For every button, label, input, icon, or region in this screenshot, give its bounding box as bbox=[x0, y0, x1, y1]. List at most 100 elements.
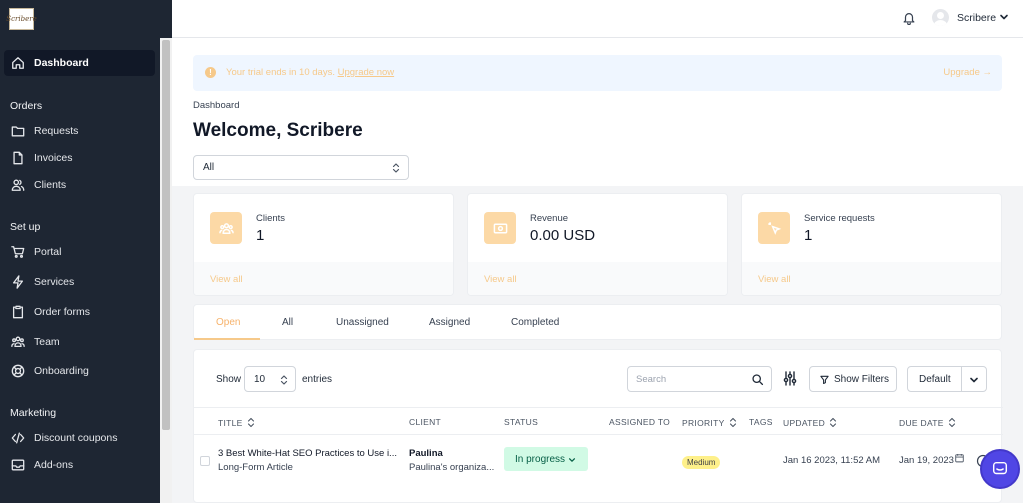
sidebar-nav: Dashboard Orders Requests Invoices Clien… bbox=[0, 38, 160, 503]
sidebar-item-label: Add-ons bbox=[34, 459, 74, 471]
stat-card-footer: View all bbox=[742, 262, 1001, 295]
sidebar-item-label: Discount coupons bbox=[34, 432, 118, 444]
upgrade-now-link[interactable]: Upgrade now bbox=[338, 67, 395, 78]
chevron-down-icon bbox=[568, 458, 576, 462]
clipboard-icon bbox=[12, 305, 24, 319]
sort-icon bbox=[729, 417, 736, 428]
sidebar-item-portal[interactable]: Portal bbox=[4, 239, 155, 265]
active-tab-indicator bbox=[194, 338, 260, 340]
sort-icon bbox=[830, 417, 837, 428]
upgrade-link[interactable]: Upgrade → bbox=[943, 67, 992, 78]
column-label: DUE DATE bbox=[899, 417, 944, 428]
document-icon bbox=[13, 151, 23, 165]
sidebar-section-marketing: Marketing bbox=[10, 407, 57, 419]
sidebar-item-onboarding[interactable]: Onboarding bbox=[4, 358, 155, 384]
home-icon bbox=[12, 57, 24, 69]
chevron-down-icon[interactable] bbox=[999, 12, 1009, 22]
logo[interactable]: Scribere bbox=[0, 0, 172, 38]
code-icon bbox=[11, 432, 25, 444]
sidebar-item-label: Order forms bbox=[34, 306, 91, 318]
lightning-icon bbox=[12, 275, 24, 289]
sidebar-item-add-ons[interactable]: Add-ons bbox=[4, 452, 155, 478]
sidebar-scrollbar[interactable] bbox=[160, 38, 172, 503]
topbar: Scribere bbox=[172, 0, 1023, 38]
sidebar-item-label: Services bbox=[34, 276, 75, 288]
view-all-clients-link[interactable]: View all bbox=[210, 274, 243, 285]
sort-icon bbox=[247, 417, 254, 428]
view-all-requests-link[interactable]: View all bbox=[758, 274, 791, 285]
sidebar-item-invoices[interactable]: Invoices bbox=[4, 145, 155, 171]
user-name[interactable]: Scribere bbox=[957, 12, 996, 24]
column-label: ASSIGNED TO bbox=[609, 417, 671, 427]
logo-mark: Scribere bbox=[6, 8, 37, 30]
entries-label: entries bbox=[302, 374, 333, 385]
column-header-client: CLIENT bbox=[409, 417, 441, 427]
chat-icon bbox=[992, 461, 1008, 475]
table-header: TITLE CLIENT STATUS ASSIGNED TO PRIORITY… bbox=[194, 407, 1003, 435]
status-label: In progress bbox=[515, 454, 566, 465]
bell-icon[interactable] bbox=[902, 11, 916, 25]
column-header-priority[interactable]: PRIORITY bbox=[682, 417, 737, 428]
tab-unassigned[interactable]: Unassigned bbox=[336, 317, 389, 328]
sidebar-item-discount-coupons[interactable]: Discount coupons bbox=[4, 425, 155, 451]
adjustments-icon[interactable] bbox=[783, 371, 797, 386]
table-row[interactable]: 3 Best White-Hat SEO Practices to Use i.… bbox=[194, 436, 1003, 482]
sidebar-item-clients[interactable]: Clients bbox=[4, 172, 155, 198]
sidebar-item-order-forms[interactable]: Order forms bbox=[4, 299, 155, 325]
cash-icon bbox=[493, 223, 507, 233]
view-all-revenue-link[interactable]: View all bbox=[484, 274, 517, 285]
show-label: Show bbox=[216, 374, 242, 385]
column-label: TITLE bbox=[218, 417, 243, 428]
period-select[interactable]: All bbox=[193, 155, 409, 180]
avatar[interactable] bbox=[932, 9, 949, 26]
column-header-due-date[interactable]: DUE DATE bbox=[899, 417, 956, 428]
sidebar-item-services[interactable]: Services bbox=[4, 269, 155, 295]
sidebar-item-requests[interactable]: Requests bbox=[4, 118, 155, 144]
column-header-status: STATUS bbox=[504, 417, 538, 427]
tab-completed[interactable]: Completed bbox=[511, 317, 559, 328]
breadcrumb[interactable]: Dashboard bbox=[193, 100, 239, 111]
request-title[interactable]: 3 Best White-Hat SEO Practices to Use i.… bbox=[218, 448, 397, 459]
sort-select[interactable]: Default bbox=[907, 366, 987, 392]
stat-label: Clients bbox=[256, 213, 286, 224]
stat-card-service-requests: Service requests 1 View all bbox=[741, 193, 1002, 296]
search-input[interactable]: Search bbox=[627, 366, 772, 392]
select-arrows-icon bbox=[280, 375, 288, 385]
info-icon: ! bbox=[205, 67, 216, 78]
search-icon[interactable] bbox=[751, 373, 764, 386]
chevron-down-icon[interactable] bbox=[969, 375, 979, 385]
sidebar-item-dashboard[interactable]: Dashboard bbox=[4, 50, 155, 76]
tab-assigned[interactable]: Assigned bbox=[429, 317, 470, 328]
select-arrows-icon bbox=[392, 163, 400, 173]
show-filters-button[interactable]: Show Filters bbox=[809, 366, 897, 392]
sidebar-item-label: Onboarding bbox=[34, 365, 89, 377]
stat-label: Service requests bbox=[804, 213, 875, 224]
sidebar-item-label: Team bbox=[34, 336, 60, 348]
sidebar-item-label: Invoices bbox=[34, 152, 73, 164]
requests-card-icon bbox=[758, 212, 790, 244]
stat-label: Revenue bbox=[530, 213, 569, 224]
stat-card-clients: Clients 1 View all bbox=[193, 193, 454, 296]
entries-select[interactable]: 10 bbox=[244, 366, 296, 392]
column-label: STATUS bbox=[504, 417, 539, 427]
sidebar-item-team[interactable]: Team bbox=[4, 329, 155, 355]
sidebar-scrollbar-thumb[interactable] bbox=[162, 40, 170, 430]
tab-all[interactable]: All bbox=[282, 317, 293, 328]
tab-open[interactable]: Open bbox=[216, 317, 240, 328]
show-filters-label: Show Filters bbox=[834, 374, 890, 385]
main-content: ! Your trial ends in 10 days. Upgrade no… bbox=[172, 38, 1023, 503]
clients-card-icon bbox=[210, 212, 242, 244]
stat-value: 0.00 USD bbox=[530, 227, 596, 244]
sort-icon bbox=[948, 417, 955, 428]
column-header-title[interactable]: TITLE bbox=[218, 417, 255, 428]
column-header-tags: TAGS bbox=[749, 417, 773, 427]
client-name[interactable]: Paulina bbox=[409, 448, 443, 459]
row-checkbox[interactable] bbox=[200, 456, 210, 466]
calendar-icon[interactable] bbox=[955, 453, 964, 463]
column-header-updated[interactable]: UPDATED bbox=[783, 417, 837, 428]
trial-banner: ! Your trial ends in 10 days. Upgrade no… bbox=[193, 55, 1002, 91]
stat-card-footer: View all bbox=[194, 262, 453, 295]
cursor-click-icon bbox=[767, 221, 781, 235]
status-dropdown[interactable]: In progress bbox=[504, 447, 588, 471]
chat-launcher-button[interactable] bbox=[980, 449, 1020, 489]
